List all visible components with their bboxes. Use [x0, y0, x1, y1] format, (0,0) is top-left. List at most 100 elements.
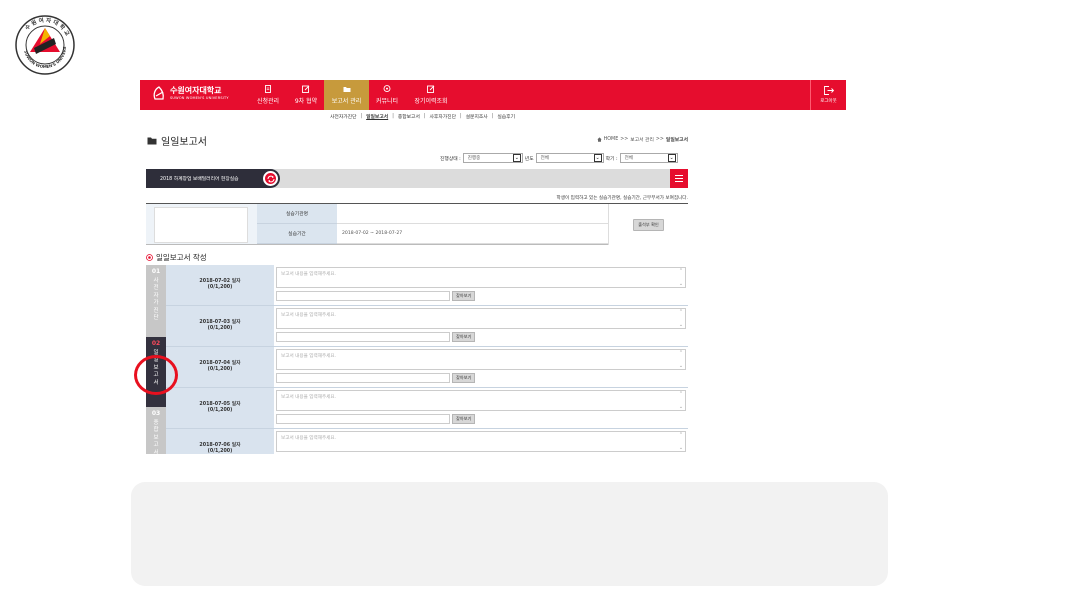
filter-row: 진행상태 : 진행중 ⌄ 년도 전체 ⌄ 학기 : 전체 ⌄: [440, 153, 680, 163]
university-mark-icon: [153, 86, 164, 100]
chevron-down-icon: ⌄: [667, 154, 676, 162]
chevron-up-icon: ⌃: [678, 309, 684, 315]
section-header: 일일보고서 작성: [146, 252, 207, 263]
report-placeholder: 보고서 내용을 입력해주세요.: [281, 395, 337, 400]
attachment-field[interactable]: [276, 291, 450, 301]
folder-icon: [147, 137, 157, 145]
nav-item-label: 커뮤니티: [375, 98, 399, 105]
report-char-count: (0/1,200): [207, 367, 233, 372]
report-textarea[interactable]: 보고서 내용을 입력해주세요. ⌃ ⌄: [276, 267, 686, 288]
program-switch-button[interactable]: [263, 171, 278, 186]
report-date-cell: 2018-07-02 일자 (0/1,200): [166, 265, 274, 305]
period-filter-label: 학기 :: [605, 156, 618, 162]
report-textarea[interactable]: 보고서 내용을 입력해주세요. ⌃ ⌄: [276, 308, 686, 329]
nav-item-history[interactable]: 장기이력조회: [405, 80, 457, 110]
nav-item-agreement[interactable]: 9차 협약: [288, 80, 324, 110]
textarea-scrollbar[interactable]: ⌃ ⌄: [678, 269, 684, 287]
report-input-cell: 보고서 내용을 입력해주세요.⌃⌄찾아보기: [274, 429, 688, 454]
find-file-button[interactable]: 찾아보기: [452, 291, 476, 301]
nav-item-label: 9차 협약: [294, 98, 318, 105]
page-title-text: 일일보고서: [161, 137, 207, 148]
folder-icon: [343, 87, 350, 92]
nav-item-community[interactable]: 커뮤니티: [369, 80, 405, 110]
breadcrumb-parent[interactable]: 보고서 관리: [630, 136, 654, 143]
chevron-down-icon: ⌄: [593, 154, 602, 162]
period-select[interactable]: 전체 ⌄: [619, 153, 678, 163]
find-file-button[interactable]: 찾아보기: [452, 373, 476, 383]
submenu-item-survey[interactable]: 설문지조사: [466, 113, 488, 120]
period-select-value: 전체: [624, 156, 633, 161]
report-row: 2018-07-05 일자 (0/1,200) 보고서 내용을 입력해주세요. ⌃ ⌄ 찾…: [166, 388, 688, 429]
step-number: 03: [151, 410, 161, 417]
find-file-button[interactable]: 찾아보기: [452, 414, 476, 424]
chat-icon: [383, 85, 391, 93]
submenu-item-comprehensive-report[interactable]: 종합보고서: [398, 113, 420, 120]
textarea-scrollbar[interactable]: ⌃ ⌄: [678, 392, 684, 410]
logout-label: 로그아웃: [820, 99, 837, 104]
attendance-confirm-button[interactable]: 출석부 확인: [633, 218, 664, 231]
breadcrumb-home[interactable]: HOME: [604, 137, 619, 142]
daily-report-list: 2018-07-02 일자 (0/1,200) 보고서 내용을 입력해주세요. ⌃ ⌄ 찾…: [166, 265, 688, 454]
report-input-cell: 보고서 내용을 입력해주세요. ⌃⌄ 찾아보기: [274, 388, 688, 428]
textarea-scrollbar[interactable]: ⌃ ⌄: [678, 310, 684, 328]
attachment-field[interactable]: [276, 414, 450, 424]
chevron-down-icon: ⌄: [678, 363, 684, 369]
report-textarea[interactable]: 보고서 내용을 입력해주세요. ⌃ ⌄: [276, 349, 686, 370]
report-textarea[interactable]: 보고서 내용을 입력해주세요. ⌃ ⌄: [276, 431, 686, 452]
step-label: 종합보고서: [153, 420, 159, 454]
chevron-down-icon: ⌄: [678, 445, 684, 451]
report-row: 2018-07-02 일자 (0/1,200) 보고서 내용을 입력해주세요. ⌃ ⌄ 찾…: [166, 265, 688, 306]
year-select[interactable]: 전체 ⌄: [535, 153, 604, 163]
student-photo: [154, 207, 248, 243]
edit-icon: [302, 85, 310, 93]
submenu: 사전자가진단 | 일일보고서 | 종합보고서 | 사후자가진단 | 설문지조사 | 실습후…: [330, 113, 515, 120]
report-input-cell: 보고서 내용을 입력해주세요.⌃⌄찾아보기: [274, 265, 688, 305]
textarea-scrollbar[interactable]: ⌃ ⌄: [678, 351, 684, 369]
report-char-count: (0/1,200): [207, 449, 233, 454]
chevron-up-icon: ⌃: [678, 350, 684, 356]
step-number: 01: [151, 268, 161, 275]
section-title: 일일보고서 작성: [156, 253, 207, 262]
report-placeholder: 보고서 내용을 입력해주세요.: [281, 436, 337, 441]
chevron-down-icon: ⌄: [678, 322, 684, 328]
breadcrumb-separator: >>: [655, 137, 664, 142]
chevron-up-icon: ⌃: [678, 432, 684, 438]
attachment-field[interactable]: [276, 332, 450, 342]
search-document-icon: [427, 85, 435, 93]
report-char-count: (0/1,200): [207, 408, 233, 413]
report-textarea[interactable]: 보고서 내용을 입력해주세요. ⌃ ⌄: [276, 390, 686, 411]
home-icon: [596, 137, 602, 142]
report-row: 2018-07-06 일자(0/1,200)보고서 내용을 입력해주세요.⌃⌄찾…: [166, 429, 688, 454]
breadcrumb-current: 일일보고서: [665, 138, 688, 143]
chevron-down-icon: ⌄: [678, 281, 684, 287]
logout-icon: [823, 86, 834, 95]
find-file-button[interactable]: 찾아보기: [452, 332, 476, 342]
org-label: 실습기관명: [257, 204, 337, 224]
report-input-cell: 보고서 내용을 입력해주세요.⌃⌄찾아보기: [274, 347, 688, 387]
screenshot-frame: 수원여자대학교 SUWON WOMEN'S UNIVERSITY 신청관리 9차…: [140, 80, 846, 454]
report-row: 2018-07-04 일자 (0/1,200) 보고서 내용을 입력해주세요. ⌃ ⌄ 찾…: [166, 347, 688, 388]
textarea-scrollbar[interactable]: ⌃ ⌄: [678, 433, 684, 451]
attachment-field[interactable]: [276, 373, 450, 383]
logout-button[interactable]: 로그아웃: [810, 80, 846, 110]
page-title: 일일보고서: [147, 133, 207, 148]
submenu-item-pre-diagnosis[interactable]: 사전자가진단: [330, 113, 356, 120]
submenu-item-daily-report[interactable]: 일일보고서: [366, 113, 388, 120]
caption-box: [131, 482, 888, 586]
hamburger-menu-icon[interactable]: [670, 169, 688, 188]
highlight-circle-annotation: [134, 355, 178, 395]
report-placeholder: 보고서 내용을 입력해주세요.: [281, 272, 337, 277]
status-select[interactable]: 진행중 ⌄: [462, 153, 523, 163]
status-filter-label: 진행상태 :: [440, 156, 461, 162]
nav-item-application[interactable]: 신청관리: [248, 80, 288, 110]
step-pre-diagnosis[interactable]: 01 사전자가진단: [146, 265, 166, 337]
nav-item-report-management[interactable]: 보고서 관리: [324, 80, 369, 110]
program-bar: 2018 하계창업 보배딜러리어 현장실습: [146, 169, 688, 188]
submenu-item-review[interactable]: 실습후기: [497, 113, 515, 120]
chevron-up-icon: ⌃: [678, 268, 684, 274]
nav-item-label: 장기이력조회: [414, 98, 448, 105]
period-value: 2018-07-02 ~ 2018-07-27: [337, 224, 608, 244]
nav-logo[interactable]: 수원여자대학교 SUWON WOMEN'S UNIVERSITY: [152, 86, 229, 102]
submenu-item-post-diagnosis[interactable]: 사후자가진단: [430, 113, 456, 120]
step-comprehensive-report[interactable]: 03 종합보고서: [146, 407, 166, 454]
